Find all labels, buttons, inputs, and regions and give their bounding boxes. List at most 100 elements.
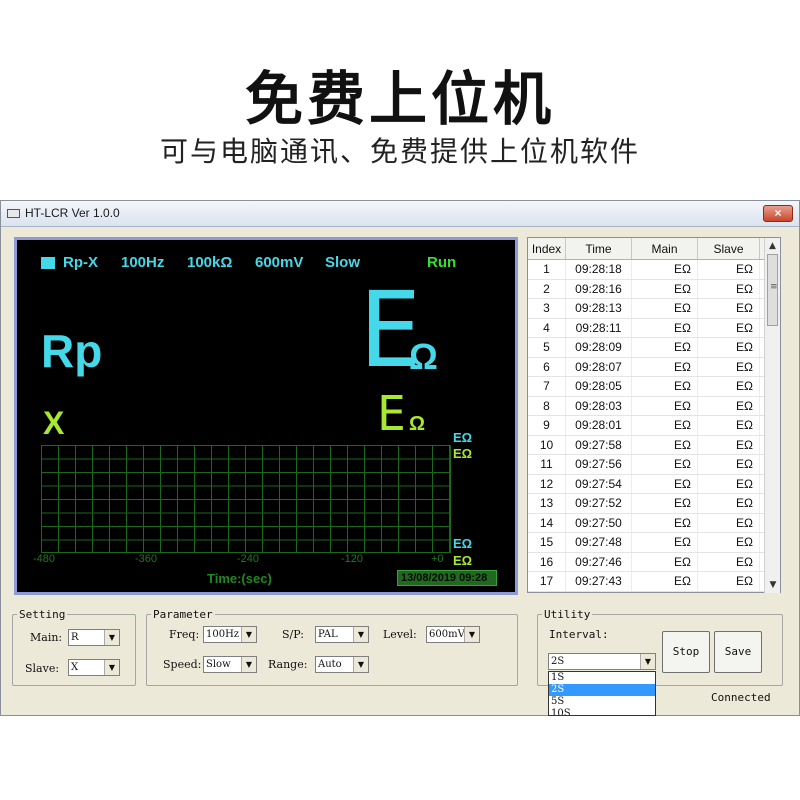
cell-main: EΩ <box>632 377 698 396</box>
table-row[interactable]: 3 09:28:13 EΩ EΩ <box>528 299 780 319</box>
cell-index: 6 <box>528 357 566 376</box>
mode-indicator-icon <box>41 257 55 269</box>
cell-slave: EΩ <box>698 494 760 513</box>
column-header-index[interactable]: Index <box>528 238 566 259</box>
freq-label: Freq: <box>169 628 200 641</box>
slave-param-select[interactable]: X ▼ <box>68 659 120 676</box>
table-scrollbar[interactable]: ▲ ≡ ▼ <box>764 238 780 593</box>
axis-tick: -240 <box>237 553 260 565</box>
timestamp-readout: 13/08/2019 09:28 <box>397 570 497 586</box>
range-select[interactable]: Auto ▼ <box>315 656 369 673</box>
cell-index: 1 <box>528 260 566 279</box>
table-row[interactable]: 17 09:27:43 EΩ EΩ <box>528 572 780 592</box>
cell-slave: EΩ <box>698 435 760 454</box>
table-row[interactable]: 4 09:28:11 EΩ EΩ <box>528 318 780 338</box>
cell-slave: EΩ <box>698 377 760 396</box>
cell-main: EΩ <box>632 416 698 435</box>
interval-option[interactable]: 10S <box>549 708 655 715</box>
cell-slave: EΩ <box>698 396 760 415</box>
table-row[interactable]: 9 09:28:01 EΩ EΩ <box>528 416 780 436</box>
table-row[interactable]: 13 09:27:52 EΩ EΩ <box>528 494 780 514</box>
interval-select[interactable]: 2S ▼ <box>548 653 656 670</box>
table-row[interactable]: 10 09:27:58 EΩ EΩ <box>528 435 780 455</box>
column-header-time[interactable]: Time <box>566 238 632 259</box>
cell-index: 13 <box>528 494 566 513</box>
table-row[interactable]: 8 09:28:03 EΩ EΩ <box>528 396 780 416</box>
table-row[interactable]: 1 09:28:18 EΩ EΩ <box>528 260 780 280</box>
axis-tick: -120 <box>341 553 364 565</box>
table-row[interactable]: 14 09:27:50 EΩ EΩ <box>528 513 780 533</box>
chevron-down-icon[interactable]: ▼ <box>241 627 256 642</box>
cell-index: 2 <box>528 279 566 298</box>
cell-main: EΩ <box>632 338 698 357</box>
cell-time: 09:28:03 <box>566 396 632 415</box>
table-row[interactable]: 6 09:28:07 EΩ EΩ <box>528 357 780 377</box>
cell-slave: EΩ <box>698 260 760 279</box>
interval-option[interactable]: 5S <box>549 696 655 708</box>
interval-dropdown-list[interactable]: 1S 2S 5S 10S <box>548 671 656 716</box>
table-body: 1 09:28:18 EΩ EΩ 2 09:28:16 EΩ EΩ 3 09:28:13 EΩ EΩ 4… <box>528 260 780 592</box>
chevron-down-icon[interactable]: ▼ <box>353 627 368 642</box>
table-row[interactable]: 2 09:28:16 EΩ EΩ <box>528 279 780 299</box>
axis-tick: -360 <box>135 553 158 565</box>
cell-slave: EΩ <box>698 572 760 591</box>
chevron-down-icon[interactable]: ▼ <box>241 657 256 672</box>
setting-legend: Setting <box>19 608 66 621</box>
table-row[interactable]: 5 09:28:09 EΩ EΩ <box>528 338 780 358</box>
cell-time: 09:27:58 <box>566 435 632 454</box>
chevron-down-icon[interactable]: ▼ <box>640 654 655 669</box>
column-header-main[interactable]: Main <box>632 238 698 259</box>
cell-main: EΩ <box>632 533 698 552</box>
cell-main: EΩ <box>632 279 698 298</box>
main-select-label: Main: <box>30 631 63 644</box>
chevron-down-icon[interactable]: ▼ <box>104 660 119 675</box>
table-row[interactable]: 7 09:28:05 EΩ EΩ <box>528 377 780 397</box>
cell-main: EΩ <box>632 435 698 454</box>
cell-index: 4 <box>528 318 566 337</box>
speed-select[interactable]: Slow ▼ <box>203 656 257 673</box>
stop-button[interactable]: Stop <box>662 631 710 673</box>
main-param-select[interactable]: R ▼ <box>68 629 120 646</box>
parameter-legend: Parameter <box>153 608 213 621</box>
sp-value: PAL <box>318 629 338 640</box>
chevron-down-icon[interactable]: ▼ <box>353 657 368 672</box>
cell-time: 09:28:05 <box>566 377 632 396</box>
table-row[interactable]: 15 09:27:48 EΩ EΩ <box>528 533 780 553</box>
cell-time: 09:28:11 <box>566 318 632 337</box>
cell-slave: EΩ <box>698 533 760 552</box>
cell-main: EΩ <box>632 552 698 571</box>
cell-main: EΩ <box>632 572 698 591</box>
title-bar[interactable]: HT-LCR Ver 1.0.0 × <box>1 201 799 227</box>
cell-slave: EΩ <box>698 279 760 298</box>
table-row[interactable]: 12 09:27:54 EΩ EΩ <box>528 474 780 494</box>
app-icon <box>7 209 20 218</box>
scroll-up-icon[interactable]: ▲ <box>765 238 780 254</box>
cell-main: EΩ <box>632 513 698 532</box>
close-button[interactable]: × <box>763 205 793 222</box>
connection-status: Connected <box>711 691 771 704</box>
level-select[interactable]: 600mV ▼ <box>426 626 480 643</box>
graph-min-slave: EΩ <box>453 553 473 568</box>
table-row[interactable]: 11 09:27:56 EΩ EΩ <box>528 455 780 475</box>
table-row[interactable]: 16 09:27:46 EΩ EΩ <box>528 552 780 572</box>
sp-select[interactable]: PAL ▼ <box>315 626 369 643</box>
slave-param-label: X <box>43 405 65 441</box>
readings-table[interactable]: Index Time Main Slave 1 09:28:18 EΩ EΩ 2 09:2… <box>527 237 781 593</box>
freq-select[interactable]: 100Hz ▼ <box>203 626 257 643</box>
cell-time: 09:28:18 <box>566 260 632 279</box>
cell-time: 09:28:16 <box>566 279 632 298</box>
scroll-down-icon[interactable]: ▼ <box>765 577 781 593</box>
level-readout: 600mV <box>255 254 304 271</box>
chevron-down-icon[interactable]: ▼ <box>464 627 479 642</box>
chevron-down-icon[interactable]: ▼ <box>104 630 119 645</box>
cell-index: 12 <box>528 474 566 493</box>
graph-max-slave: EΩ <box>453 446 473 461</box>
cell-index: 16 <box>528 552 566 571</box>
cell-main: EΩ <box>632 455 698 474</box>
column-header-slave[interactable]: Slave <box>698 238 760 259</box>
interval-option[interactable]: 1S <box>549 672 655 684</box>
save-button[interactable]: Save <box>714 631 762 673</box>
trend-graph-grid <box>41 445 451 553</box>
interval-label: Interval: <box>549 628 609 641</box>
interval-option-selected[interactable]: 2S <box>549 684 655 696</box>
